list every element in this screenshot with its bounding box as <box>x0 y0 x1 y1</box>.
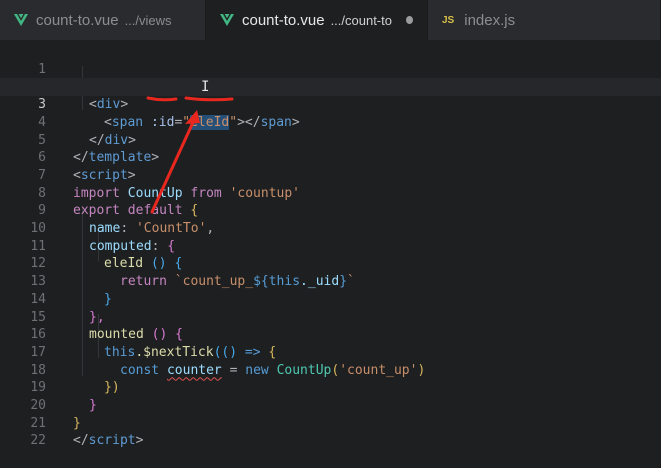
code-line: 22 <box>0 415 661 448</box>
code-line-current: 3 <span :id="eleId"></span> <box>0 78 661 130</box>
unsaved-dot-icon[interactable] <box>405 16 413 24</box>
code-line: 4 </div> <box>0 96 661 148</box>
code-line: 15 mounted () { <box>0 291 661 343</box>
tab-count-to-active[interactable]: count-to.vue .../count-to <box>206 0 428 40</box>
tab-index-js[interactable]: JS index.js <box>428 0 661 40</box>
line-number: 22 <box>30 433 46 449</box>
code-line: 10 computed: { <box>0 202 661 254</box>
tab-path: .../views <box>124 12 172 28</box>
tab-path: .../count-to <box>330 12 392 28</box>
code-line: 1 <template> <box>0 43 661 95</box>
tab-count-to-views[interactable]: count-to.vue .../views <box>0 0 206 40</box>
code-line: 5 </template> <box>0 114 661 166</box>
code-line: 11 eleId () { <box>0 220 661 272</box>
code-line: 16 this.$nextTick(() => { <box>0 309 661 360</box>
code-line: 20 } <box>0 379 661 431</box>
code-line: 9 name: 'CountTo', <box>0 185 661 236</box>
code-line: 2 <div> <box>0 61 661 112</box>
tab-filename: count-to.vue <box>36 11 119 29</box>
code-line: 6 <script> <box>0 132 661 183</box>
code-line: 13 } <box>0 255 661 307</box>
code-line: 19 } <box>0 362 661 413</box>
code-line: 21 </script> <box>0 397 661 449</box>
code-line: 18 }) <box>0 344 661 396</box>
tab-filename: index.js <box>464 11 516 29</box>
tab-bar: count-to.vue .../views count-to.vue .../… <box>0 0 661 40</box>
code-line: 8 export default { <box>0 167 661 219</box>
code-line: 7 import CountUp from 'countup' <box>0 149 661 201</box>
vue-icon <box>220 14 234 26</box>
js-icon: JS <box>442 14 455 26</box>
code-line: 12 return `count_up_${this._uid}` <box>0 238 661 289</box>
tab-filename: count-to.vue <box>242 11 325 29</box>
code-line: 17 const counter = new CountUp('count_up… <box>0 326 661 378</box>
code-editor[interactable]: 1 <template> 2 <div> 3 <span :id="eleId"… <box>0 40 661 449</box>
code-line: 14 }, <box>0 273 661 325</box>
vue-icon <box>14 14 28 26</box>
